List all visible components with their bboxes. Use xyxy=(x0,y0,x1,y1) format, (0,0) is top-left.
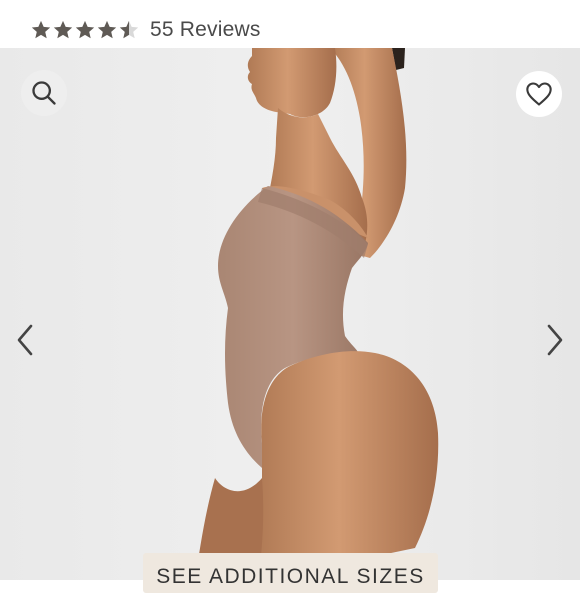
reviews-link[interactable]: 55 Reviews xyxy=(150,17,261,43)
star-icon xyxy=(74,19,96,41)
see-additional-sizes-button[interactable]: SEE ADDITIONAL SIZES xyxy=(143,553,438,593)
product-image-gallery[interactable] xyxy=(0,48,580,580)
half-star-icon xyxy=(118,19,140,41)
previous-image-button[interactable] xyxy=(10,320,40,360)
star-rating[interactable] xyxy=(30,19,140,41)
product-photo xyxy=(0,48,580,580)
next-image-button[interactable] xyxy=(540,320,570,360)
favorite-button[interactable] xyxy=(516,71,562,117)
chevron-right-icon xyxy=(547,324,563,356)
rating-bar: 55 Reviews xyxy=(0,0,580,48)
star-icon xyxy=(96,19,118,41)
star-icon xyxy=(30,19,52,41)
heart-icon xyxy=(526,82,552,106)
star-icon xyxy=(52,19,74,41)
search-icon xyxy=(32,81,56,105)
zoom-button[interactable] xyxy=(21,70,67,116)
chevron-left-icon xyxy=(17,324,33,356)
